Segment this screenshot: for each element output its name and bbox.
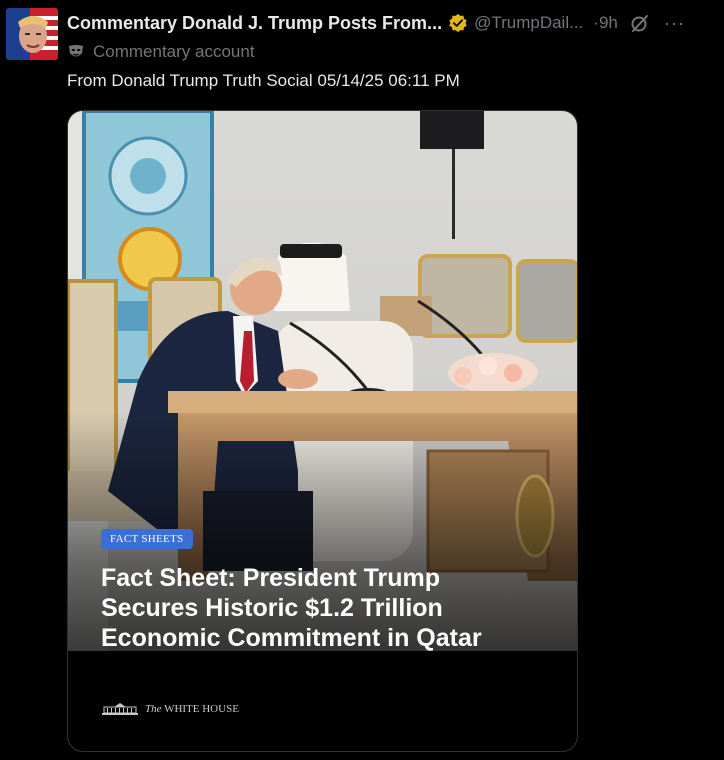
- wordmark-name: WHITE HOUSE: [164, 703, 239, 715]
- category-tag: FACT SHEETS: [101, 529, 193, 549]
- avatar[interactable]: [6, 8, 58, 60]
- link-card[interactable]: FACT SHEETS Fact Sheet: President Trump …: [67, 110, 578, 752]
- time-value: 9h: [598, 13, 618, 32]
- white-house-wordmark: The WHITE HOUSE: [145, 703, 239, 715]
- wordmark-article: The: [145, 703, 162, 715]
- verified-badge-icon[interactable]: [448, 13, 468, 33]
- display-name[interactable]: Commentary Donald J. Trump Posts From...: [67, 13, 442, 34]
- post-header: Commentary Donald J. Trump Posts From...…: [67, 10, 714, 36]
- article-photo: [68, 111, 577, 751]
- handle[interactable]: @TrumpDail...: [474, 13, 583, 33]
- mask-icon: [69, 45, 83, 57]
- grok-icon[interactable]: [630, 13, 650, 33]
- commentary-label: Commentary account: [67, 41, 255, 63]
- card-headline[interactable]: Fact Sheet: President Trump Secures Hist…: [101, 563, 541, 653]
- white-house-building-icon: [102, 703, 138, 715]
- post-text: From Donald Trump Truth Social 05/14/25 …: [67, 71, 460, 90]
- more-options-icon[interactable]: ···: [664, 13, 685, 34]
- timestamp[interactable]: ·9h: [593, 13, 618, 33]
- commentary-label-text: Commentary account: [93, 42, 255, 61]
- white-house-logo: The WHITE HOUSE: [101, 701, 239, 717]
